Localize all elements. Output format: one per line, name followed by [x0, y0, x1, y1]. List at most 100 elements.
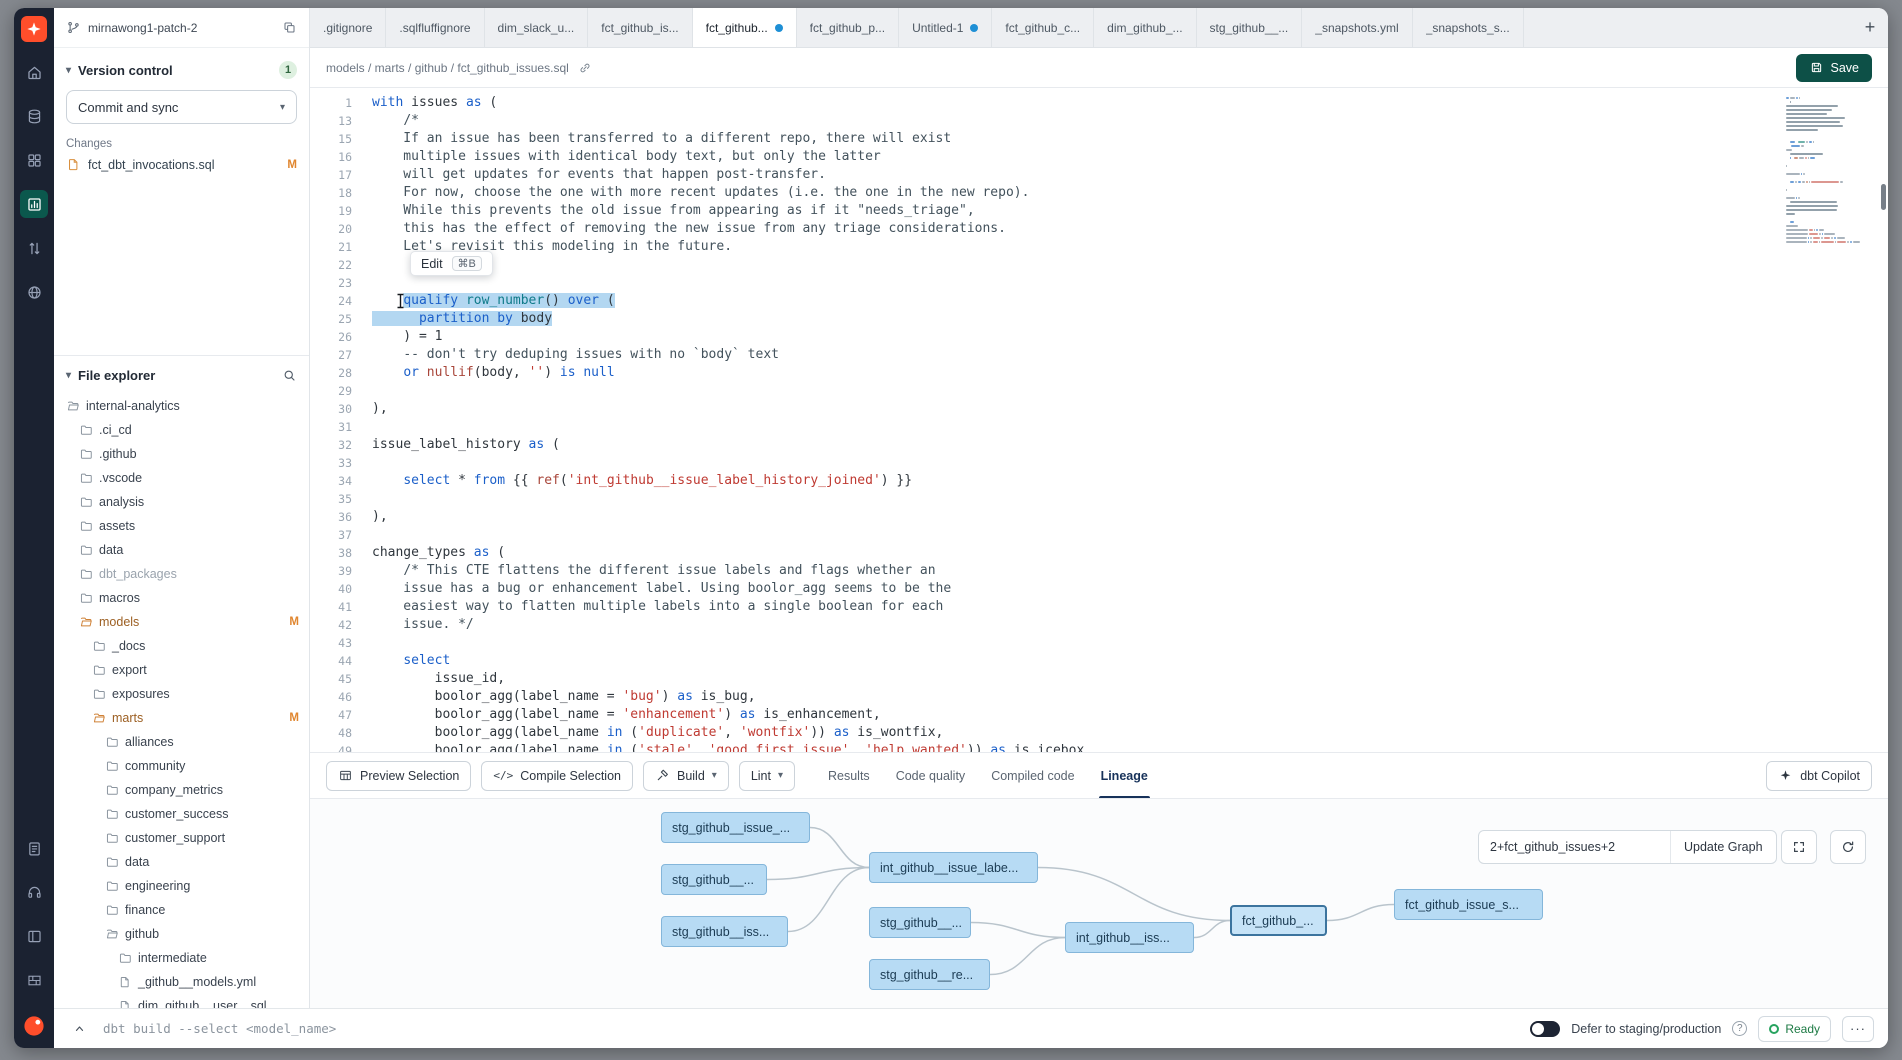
code-line[interactable]: 45 issue_id,	[310, 670, 1888, 688]
file-tree-item[interactable]: finance	[54, 898, 309, 922]
status-badge[interactable]: Ready	[1758, 1016, 1831, 1042]
file-tree-item[interactable]: customer_support	[54, 826, 309, 850]
docs-icon[interactable]	[20, 834, 48, 862]
develop-icon[interactable]	[20, 190, 48, 218]
search-icon[interactable]	[282, 368, 297, 383]
code-line[interactable]: 27 -- don't try deduping issues with no …	[310, 346, 1888, 364]
lineage-selector-input[interactable]: 2+fct_github_issues+2	[1479, 831, 1671, 863]
code-line[interactable]: 42 issue. */	[310, 616, 1888, 634]
editor-tab[interactable]: dim_github_...	[1094, 8, 1196, 47]
result-tab-compiled-code[interactable]: Compiled code	[978, 753, 1087, 798]
file-tree-item[interactable]: intermediate	[54, 946, 309, 970]
dbt-labs-logo[interactable]	[22, 1014, 46, 1038]
code-line[interactable]: 46 boolor_agg(label_name = 'bug') as is_…	[310, 688, 1888, 706]
dashboard-icon[interactable]	[20, 146, 48, 174]
file-tree-item[interactable]: .github	[54, 442, 309, 466]
file-tree-item[interactable]: .vscode	[54, 466, 309, 490]
environments-icon[interactable]	[20, 102, 48, 130]
file-tree-item[interactable]: _docs	[54, 634, 309, 658]
code-line[interactable]: 22	[310, 256, 1888, 274]
code-line[interactable]: 26 ) = 1	[310, 328, 1888, 346]
defer-toggle[interactable]	[1530, 1021, 1560, 1037]
commit-and-sync-button[interactable]: Commit and sync ▾	[66, 90, 297, 124]
code-line[interactable]: 48 boolor_agg(label_name in ('duplicate'…	[310, 724, 1888, 742]
code-line[interactable]: 19 While this prevents the old issue fro…	[310, 202, 1888, 220]
lineage-node[interactable]: stg_github__...	[661, 864, 767, 895]
code-line[interactable]: 16 multiple issues with identical body t…	[310, 148, 1888, 166]
edit-tooltip[interactable]: Edit ⌘B	[410, 251, 493, 276]
cli-command-input[interactable]: dbt build --select <model_name>	[103, 1021, 336, 1036]
code-line[interactable]: 39 /* This CTE flattens the different is…	[310, 562, 1888, 580]
editor-tab[interactable]: .gitignore	[310, 8, 386, 47]
file-tree-item[interactable]: alliances	[54, 730, 309, 754]
code-line[interactable]: 15 If an issue has been transferred to a…	[310, 130, 1888, 148]
refresh-graph-button[interactable]	[1830, 830, 1866, 864]
code-line[interactable]: 23	[310, 274, 1888, 292]
file-tree-item[interactable]: .ci_cd	[54, 418, 309, 442]
editor-tab[interactable]: stg_github__...	[1197, 8, 1303, 47]
lineage-node[interactable]: stg_github__iss...	[661, 916, 788, 947]
save-button[interactable]: Save	[1796, 54, 1873, 82]
editor-tab[interactable]: dim_slack_u...	[485, 8, 589, 47]
editor-tab[interactable]: .sqlfluffignore	[386, 8, 484, 47]
code-line[interactable]: 43	[310, 634, 1888, 652]
editor-tab[interactable]: fct_github_p...	[797, 8, 899, 47]
code-line[interactable]: 40 issue has a bug or enhancement label.…	[310, 580, 1888, 598]
file-tree-item[interactable]: data	[54, 850, 309, 874]
explore-icon[interactable]	[20, 278, 48, 306]
code-line[interactable]: 36),	[310, 508, 1888, 526]
code-line[interactable]: 38change_types as (	[310, 544, 1888, 562]
preview-selection-button[interactable]: Preview Selection	[326, 761, 471, 791]
file-tree-item[interactable]: engineering	[54, 874, 309, 898]
chevron-down-icon[interactable]: ▾	[66, 370, 71, 381]
code-line[interactable]: 29	[310, 382, 1888, 400]
dbt-logo[interactable]	[21, 16, 47, 42]
support-icon[interactable]	[20, 878, 48, 906]
code-line[interactable]: 25 partition by body	[310, 310, 1888, 328]
file-tree-item[interactable]: dbt_packages	[54, 562, 309, 586]
code-line[interactable]: 47 boolor_agg(label_name = 'enhancement'…	[310, 706, 1888, 724]
code-line[interactable]: 32issue_label_history as (	[310, 436, 1888, 454]
community-icon[interactable]	[20, 966, 48, 994]
more-options-button[interactable]: ···	[1842, 1016, 1874, 1042]
home-icon[interactable]	[20, 58, 48, 86]
lineage-node[interactable]: int_github__iss...	[1065, 922, 1194, 953]
lineage-node[interactable]: fct_github_...	[1230, 905, 1327, 936]
file-tree-item[interactable]: internal-analytics	[54, 394, 309, 418]
editor-tab[interactable]: fct_github_is...	[588, 8, 692, 47]
dbt-copilot-button[interactable]: dbt Copilot	[1766, 761, 1872, 791]
panel-layout-icon[interactable]	[20, 922, 48, 950]
file-tree-item[interactable]: analysis	[54, 490, 309, 514]
editor-tab[interactable]: _snapshots.yml	[1302, 8, 1412, 47]
code-line[interactable]: 44 select	[310, 652, 1888, 670]
editor-tab[interactable]: _snapshots_s...	[1413, 8, 1524, 47]
code-line[interactable]: 18 For now, choose the one with more rec…	[310, 184, 1888, 202]
code-line[interactable]: 13 /*	[310, 112, 1888, 130]
file-tree-item[interactable]: data	[54, 538, 309, 562]
file-tree-item[interactable]: community	[54, 754, 309, 778]
code-line[interactable]: 24 qualify row_number() over (	[310, 292, 1888, 310]
editor-minimap[interactable]	[1786, 96, 1874, 244]
code-line[interactable]: 49 boolor_agg(label_name in ('stale', 'g…	[310, 742, 1888, 752]
code-line[interactable]: 20 this has the effect of removing the n…	[310, 220, 1888, 238]
update-graph-button[interactable]: Update Graph	[1671, 831, 1776, 863]
lineage-node[interactable]: stg_github__re...	[869, 959, 990, 990]
code-line[interactable]: 33	[310, 454, 1888, 472]
build-button[interactable]: Build ▾	[643, 761, 729, 791]
lineage-node[interactable]: stg_github__issue_...	[661, 812, 810, 843]
code-line[interactable]: 30),	[310, 400, 1888, 418]
lineage-node[interactable]: int_github__issue_labe...	[869, 852, 1038, 883]
file-tree-item[interactable]: macros	[54, 586, 309, 610]
code-line[interactable]: 34 select * from {{ ref('int_github__iss…	[310, 472, 1888, 490]
lineage-node[interactable]: fct_github_issue_s...	[1394, 889, 1543, 920]
code-line[interactable]: 31	[310, 418, 1888, 436]
code-line[interactable]: 28 or nullif(body, '') is null	[310, 364, 1888, 382]
lineage-node[interactable]: stg_github__...	[869, 907, 971, 938]
code-line[interactable]: 37	[310, 526, 1888, 544]
result-tab-lineage[interactable]: Lineage	[1088, 753, 1161, 798]
fullscreen-button[interactable]	[1781, 830, 1817, 864]
result-tab-results[interactable]: Results	[815, 753, 883, 798]
code-line[interactable]: 35	[310, 490, 1888, 508]
chevron-down-icon[interactable]: ▾	[66, 65, 71, 76]
file-tree-item[interactable]: customer_success	[54, 802, 309, 826]
